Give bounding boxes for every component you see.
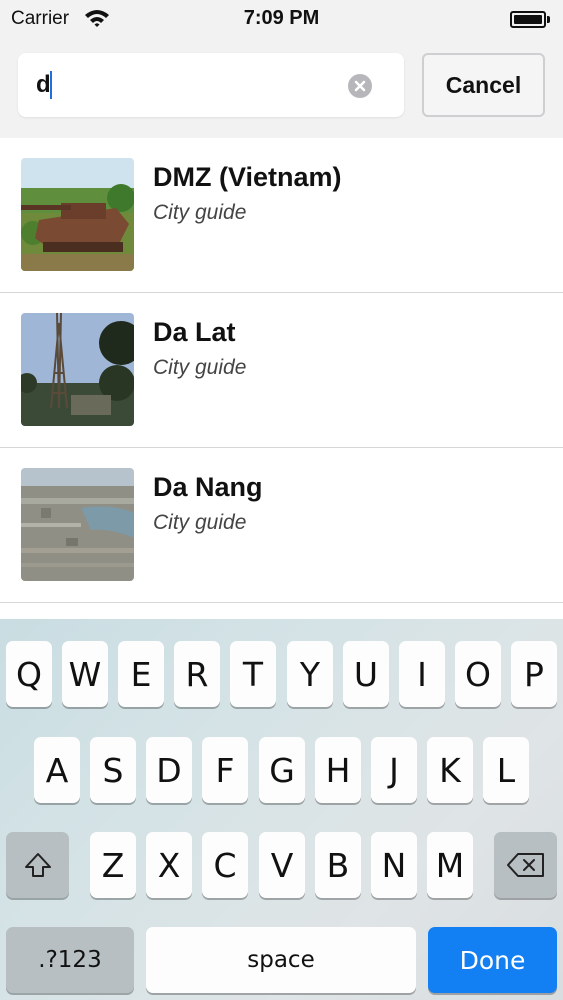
key-n[interactable]: N [371, 832, 417, 898]
shift-arrow-icon [24, 853, 51, 877]
key-v[interactable]: V [259, 832, 305, 898]
photo-city-aerial [21, 468, 134, 581]
backspace-icon [506, 853, 544, 877]
key-o[interactable]: O [455, 641, 501, 707]
photo-tank [21, 158, 134, 271]
status-bar: Carrier 7:09 PM [0, 0, 563, 36]
keyboard: Q W E R T Y U I O P A S D F G H J K L Z … [0, 619, 563, 1000]
key-x[interactable]: X [146, 832, 192, 898]
clear-circle-icon[interactable] [348, 74, 372, 98]
result-title: DMZ (Vietnam) [153, 162, 342, 192]
search-query-text: d [36, 71, 51, 98]
result-subtitle: City guide [153, 356, 247, 379]
key-h[interactable]: H [315, 737, 361, 803]
key-z[interactable]: Z [90, 832, 136, 898]
delete-key[interactable] [494, 832, 557, 898]
result-subtitle: City guide [153, 511, 247, 534]
key-j[interactable]: J [371, 737, 417, 803]
result-row-dmz[interactable]: DMZ (Vietnam) City guide [0, 138, 563, 293]
key-c[interactable]: C [202, 832, 248, 898]
key-a[interactable]: A [34, 737, 80, 803]
key-f[interactable]: F [202, 737, 248, 803]
search-input[interactable]: d [18, 53, 404, 117]
key-i[interactable]: I [399, 641, 445, 707]
cancel-button[interactable]: Cancel [422, 53, 545, 117]
text-caret [50, 71, 52, 99]
shift-key[interactable] [6, 832, 69, 898]
search-results-list: DMZ (Vietnam) City guide Da Lat City gui… [0, 138, 563, 619]
status-time: 7:09 PM [243, 7, 320, 29]
key-u[interactable]: U [343, 641, 389, 707]
search-bar: d Cancel [0, 36, 563, 138]
key-q[interactable]: Q [6, 641, 52, 707]
key-g[interactable]: G [259, 737, 305, 803]
key-l[interactable]: L [483, 737, 529, 803]
battery-icon [510, 11, 550, 28]
photo-tower [21, 313, 134, 426]
key-p[interactable]: P [511, 641, 557, 707]
key-m[interactable]: M [427, 832, 473, 898]
battery-level-fill [514, 15, 542, 24]
key-w[interactable]: W [62, 641, 108, 707]
key-y[interactable]: Y [287, 641, 333, 707]
result-row-da-lat[interactable]: Da Lat City guide [0, 293, 563, 448]
result-subtitle: City guide [153, 201, 247, 224]
result-title: Da Nang [153, 472, 263, 502]
space-key[interactable]: space [146, 927, 416, 993]
result-title: Da Lat [153, 317, 236, 347]
result-row-da-nang[interactable]: Da Nang City guide [0, 448, 563, 603]
key-k[interactable]: K [427, 737, 473, 803]
key-t[interactable]: T [230, 641, 276, 707]
key-e[interactable]: E [118, 641, 164, 707]
numbers-key[interactable]: .?123 [6, 927, 134, 993]
done-key[interactable]: Done [428, 927, 557, 993]
key-d[interactable]: D [146, 737, 192, 803]
key-s[interactable]: S [90, 737, 136, 803]
key-r[interactable]: R [174, 641, 220, 707]
key-b[interactable]: B [315, 832, 361, 898]
